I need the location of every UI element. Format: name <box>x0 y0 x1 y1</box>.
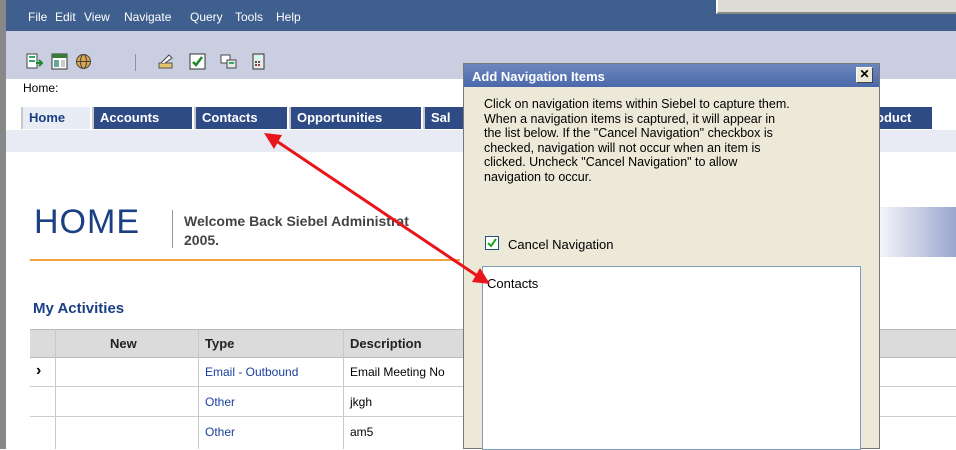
screen-icon[interactable] <box>220 53 237 70</box>
row-description: jkgh <box>350 395 373 409</box>
export-icon[interactable] <box>26 53 43 70</box>
layout-icon[interactable] <box>51 53 68 70</box>
tab-home[interactable]: Home <box>21 107 90 129</box>
row-description: Email Meeting No <box>350 365 445 379</box>
description-line: When a navigation items is captured, it … <box>484 111 776 126</box>
title-divider <box>172 210 173 248</box>
row-type-link[interactable]: Other <box>205 425 235 439</box>
page-title: HOME <box>34 203 140 241</box>
close-button[interactable]: ✕ <box>856 67 873 83</box>
background-window-edge <box>716 0 956 14</box>
tab-contacts[interactable]: Contacts <box>194 107 287 129</box>
description-line: Click on navigation items within Siebel … <box>484 97 790 111</box>
cancel-navigation-checkbox[interactable] <box>485 236 499 250</box>
row-type-link[interactable]: Email - Outbound <box>205 365 298 379</box>
menu-view[interactable]: View <box>84 10 110 24</box>
tab-opportunities[interactable]: Opportunities <box>289 107 421 129</box>
list-item[interactable]: Contacts <box>487 276 538 291</box>
siebel-window: File Edit View Navigate Query Tools Help <box>0 0 956 450</box>
row-description: am5 <box>350 425 374 439</box>
edit-icon[interactable] <box>157 53 174 70</box>
column-description[interactable]: Description <box>350 336 422 351</box>
banner-gradient <box>880 207 956 257</box>
cancel-navigation-label[interactable]: Cancel Navigation <box>508 237 614 252</box>
add-navigation-items-dialog: Add Navigation Items ✕ Click on navigati… <box>463 63 880 450</box>
menu-query[interactable]: Query <box>190 10 223 24</box>
description-line: clicked. Uncheck "Cancel Navigation" to … <box>484 155 738 169</box>
description-line: the list below. If the "Cancel Navigatio… <box>484 126 773 140</box>
captured-items-list[interactable]: Contacts <box>482 266 861 450</box>
menu-help[interactable]: Help <box>276 10 301 24</box>
description-line: checked, navigation will not occur when … <box>484 140 761 155</box>
checkmark-icon <box>487 238 497 248</box>
breadcrumb: Home: <box>23 81 59 95</box>
dialog-title: Add Navigation Items <box>472 69 605 84</box>
row-selector-icon: › <box>36 362 42 379</box>
dialog-titlebar[interactable]: Add Navigation Items ✕ <box>464 64 879 87</box>
row-type-link[interactable]: Other <box>205 395 235 409</box>
toolbar-separator <box>135 54 136 71</box>
description-line: navigation to occur. <box>484 169 592 184</box>
section-title: My Activities <box>33 300 125 317</box>
arrow-line <box>271 136 483 281</box>
column-type[interactable]: Type <box>205 336 234 351</box>
tab-sales[interactable]: Sal <box>423 107 463 129</box>
menu-edit[interactable]: Edit <box>55 10 76 24</box>
welcome-year: 2005. <box>184 232 220 248</box>
tab-accounts[interactable]: Accounts <box>92 107 192 129</box>
welcome-text: Welcome Back Siebel Administrat <box>184 213 409 229</box>
menu-tools[interactable]: Tools <box>235 10 263 24</box>
menu-navigate[interactable]: Navigate <box>124 10 171 24</box>
globe-icon[interactable] <box>75 53 92 70</box>
checklist-icon[interactable] <box>189 53 206 70</box>
calculator-icon[interactable] <box>250 53 267 70</box>
dialog-description: Click on navigation items within Siebel … <box>484 97 864 184</box>
title-rule <box>30 259 460 261</box>
menu-file[interactable]: File <box>28 10 47 24</box>
column-new[interactable]: New <box>110 336 137 351</box>
